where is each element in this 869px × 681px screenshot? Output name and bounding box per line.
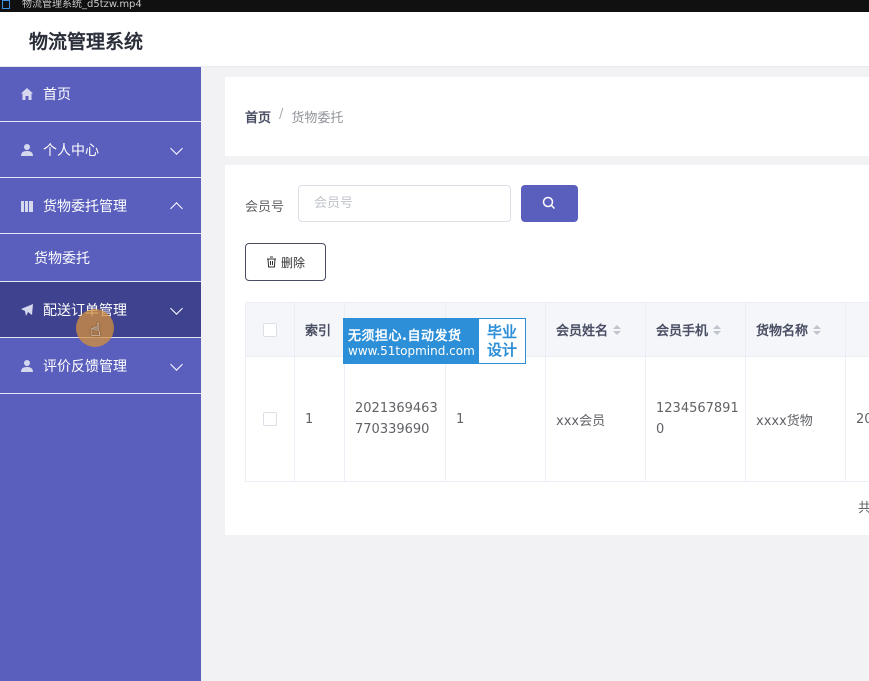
- member-number-input[interactable]: [298, 185, 511, 222]
- cell-member-number: 1: [446, 357, 546, 481]
- cell-index: 1: [295, 357, 345, 481]
- sidebar-item-home[interactable]: 首页: [0, 67, 201, 122]
- data-table: 索引 会员姓名 会员手机 货物名称 1 2021369463770339690 …: [245, 302, 869, 482]
- sidebar-item-label: 评价反馈管理: [43, 358, 127, 375]
- user-icon: [21, 143, 33, 156]
- pagination-total: 共: [858, 501, 869, 516]
- chevron-down-icon: [170, 141, 183, 155]
- breadcrumb-home[interactable]: 首页: [245, 107, 271, 126]
- search-button[interactable]: [521, 185, 578, 222]
- trash-icon: [266, 256, 276, 268]
- column-header-index: 索引: [295, 303, 345, 356]
- column-header-label: 会员姓名: [556, 324, 609, 339]
- sort-icon[interactable]: [613, 324, 622, 335]
- sidebar-subitem-cargo-commission[interactable]: 货物委托: [0, 234, 201, 282]
- watermark-badge-line1: 毕业: [486, 323, 517, 341]
- cell-member-name: xxx会员: [546, 357, 646, 481]
- watermark-url: www.51topmind.com: [348, 343, 475, 358]
- cell-date: 20: [846, 357, 869, 481]
- sidebar-item-cargo-management[interactable]: 货物委托管理: [0, 178, 201, 234]
- breadcrumb: 首页 / 货物委托: [245, 107, 343, 126]
- app-header: 物流管理系统: [0, 12, 869, 67]
- table-header-row: 索引 会员姓名 会员手机 货物名称: [246, 303, 869, 357]
- chevron-down-icon: [170, 301, 183, 315]
- watermark-line1: 无须担心.自动发货: [348, 328, 462, 344]
- row-checkbox[interactable]: [263, 412, 277, 426]
- app-title: 物流管理系统: [29, 31, 144, 53]
- file-icon: [2, 0, 10, 9]
- delete-button-label: 删除: [280, 255, 305, 270]
- sidebar-item-personal-center[interactable]: 个人中心: [0, 122, 201, 178]
- watermark-text: 无须担心.自动发货 www.51topmind.com: [344, 319, 479, 363]
- column-header-member-name[interactable]: 会员姓名: [546, 303, 646, 356]
- column-header-7[interactable]: [846, 303, 869, 356]
- window-titlebar: 物流管理系统_d5tzw.mp4: [0, 0, 869, 12]
- chevron-down-icon: [170, 357, 183, 371]
- column-header-label: 会员手机: [656, 324, 709, 339]
- sort-icon[interactable]: [813, 324, 822, 335]
- breadcrumb-separator: /: [279, 107, 284, 122]
- table-row[interactable]: 1 2021369463770339690 1 xxx会员 1234567891…: [246, 357, 869, 482]
- header-select-cell: [246, 303, 295, 356]
- watermark-banner: 无须担心.自动发货 www.51topmind.com 毕业 设计: [343, 318, 526, 364]
- home-icon: [21, 88, 33, 100]
- watermark-badge-line2: 设计: [486, 341, 517, 359]
- main-content: 会员号 删除 索引 会员姓名 会员手机 货物名称 1 2021369463770…: [225, 165, 869, 535]
- sidebar-item-label: 首页: [43, 87, 71, 103]
- user-icon: [21, 359, 33, 372]
- column-header-cargo-name[interactable]: 货物名称: [746, 303, 846, 356]
- watermark-badge: 毕业 设计: [479, 319, 525, 363]
- sort-icon[interactable]: [713, 324, 722, 335]
- chevron-up-icon: [170, 201, 183, 215]
- cell-cargo-name: xxxx货物: [746, 357, 846, 481]
- cell-order-number: 2021369463770339690: [345, 357, 446, 481]
- sidebar-item-feedback-management[interactable]: 评价反馈管理: [0, 338, 201, 394]
- column-header-label: 货物名称: [756, 324, 809, 339]
- search-icon: [542, 196, 556, 210]
- send-icon: [21, 303, 33, 316]
- column-header-member-phone[interactable]: 会员手机: [646, 303, 746, 356]
- search-label: 会员号: [245, 200, 285, 215]
- sidebar-item-label: 个人中心: [43, 142, 99, 159]
- sidebar: 首页 个人中心 货物委托管理 货物委托 配送订单管理 评价反馈管理: [0, 67, 201, 681]
- row-select-cell: [246, 357, 295, 481]
- hand-cursor-icon: ☝: [90, 320, 101, 341]
- breadcrumb-card: 首页 / 货物委托: [225, 77, 869, 156]
- window-title: 物流管理系统_d5tzw.mp4: [22, 0, 142, 10]
- breadcrumb-current: 货物委托: [291, 111, 344, 126]
- document-icon: [21, 200, 33, 212]
- cell-member-phone: 12345678910: [646, 357, 746, 481]
- sidebar-item-label: 货物委托管理: [43, 198, 127, 215]
- delete-button[interactable]: 删除: [245, 243, 326, 281]
- select-all-checkbox[interactable]: [263, 322, 277, 337]
- sidebar-subitem-label: 货物委托: [34, 250, 90, 267]
